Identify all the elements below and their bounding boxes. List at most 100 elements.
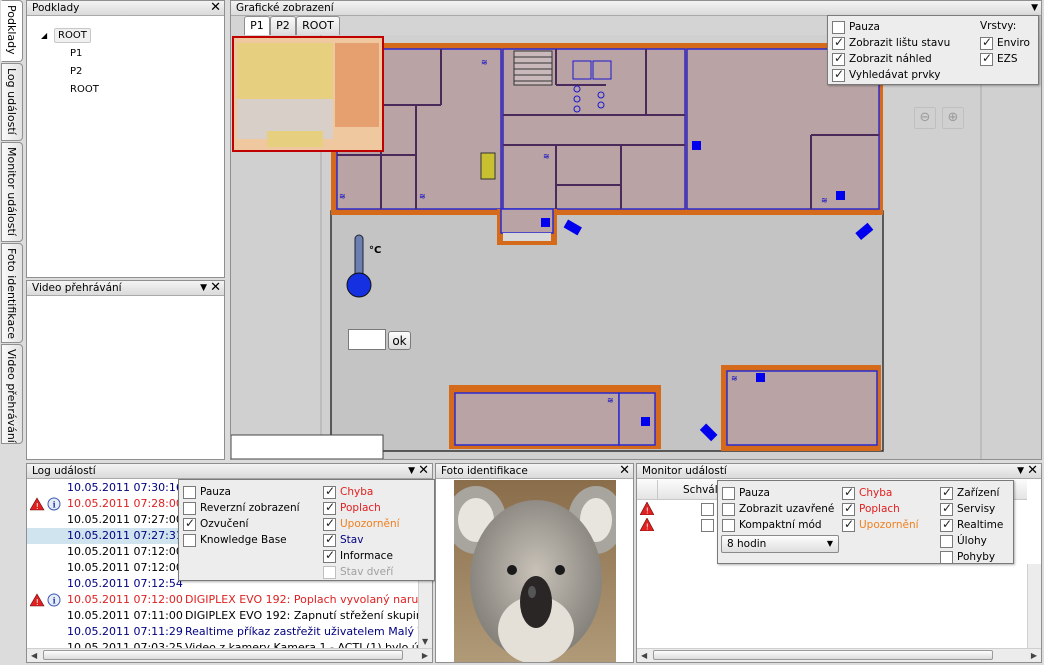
type-informace[interactable]: Informace	[323, 548, 393, 563]
checkbox[interactable]	[323, 516, 336, 531]
ok-button[interactable]: ok	[388, 331, 411, 350]
scroll-thumb[interactable]	[653, 650, 993, 660]
checkbox[interactable]	[940, 517, 953, 532]
checkbox[interactable]	[832, 51, 845, 66]
checkbox[interactable]	[832, 20, 845, 34]
vtab-foto[interactable]: Foto identifikace	[1, 243, 23, 343]
log-vscroll[interactable]: ▼	[418, 574, 432, 648]
vtab-monitor[interactable]: Monitor událostí	[1, 142, 23, 242]
source-servisy[interactable]: Servisy	[940, 501, 995, 516]
vtab-podklady[interactable]: Podklady	[1, 0, 23, 62]
col-header-approve[interactable]: Schvál	[683, 484, 718, 496]
dropdown-icon[interactable]: ▼	[408, 464, 415, 478]
period-select[interactable]: 8 hodin ▼	[721, 535, 839, 553]
source-pohyby[interactable]: Pohyby	[940, 550, 995, 564]
checkbox[interactable]	[183, 516, 196, 531]
checkbox[interactable]	[722, 486, 735, 500]
floor-plan[interactable]: ≋ ≋ ≋ ≋ ≋ ≋ ≋	[231, 35, 1041, 459]
zoom-out-icon[interactable]: ⊖	[914, 107, 936, 129]
checkbox[interactable]	[842, 517, 855, 532]
checkbox[interactable]	[323, 484, 336, 499]
type-stav[interactable]: Stav	[323, 532, 363, 547]
dropdown-icon[interactable]: ▼	[1017, 464, 1024, 478]
checkbox[interactable]	[940, 550, 953, 564]
checkbox[interactable]	[940, 534, 953, 548]
dropdown-icon[interactable]: ▼	[1031, 1, 1038, 15]
scroll-right-icon[interactable]: ▶	[1031, 651, 1037, 660]
tab-root[interactable]: ROOT	[296, 16, 340, 35]
type-poplach[interactable]: Poplach	[842, 501, 900, 516]
type-chyba[interactable]: Chyba	[323, 484, 373, 499]
source-realtime[interactable]: Realtime	[940, 517, 1003, 532]
close-icon[interactable]: ✕	[418, 464, 429, 478]
checkbox[interactable]	[183, 485, 196, 499]
filter-reverse[interactable]: Reverzní zobrazení	[183, 501, 300, 515]
log-row[interactable]: 10.05.2011 07:11:00 DIGIPLEX EVO 192: Zap…	[27, 608, 418, 624]
checkbox[interactable]	[323, 532, 336, 547]
source-zarizeni[interactable]: Zařízení	[940, 485, 999, 500]
vtab-log[interactable]: Log událostí	[1, 63, 23, 141]
approve-checkbox[interactable]	[701, 518, 714, 532]
tree-node-p1[interactable]: P1	[70, 48, 82, 59]
scroll-left-icon[interactable]: ◀	[641, 651, 647, 660]
scroll-down-icon[interactable]: ▼	[422, 637, 428, 646]
monitor-hscroll[interactable]: ◀ ▶	[637, 648, 1041, 662]
close-icon[interactable]: ✕	[210, 1, 221, 15]
type-upozorneni[interactable]: Upozornění	[323, 516, 400, 531]
type-poplach[interactable]: Poplach	[323, 500, 381, 515]
checkbox[interactable]	[980, 51, 993, 66]
tree-node-p2[interactable]: P2	[70, 66, 82, 77]
close-icon[interactable]: ✕	[1027, 464, 1038, 478]
checkbox[interactable]	[980, 35, 993, 50]
checkbox[interactable]	[323, 565, 336, 579]
vtab-video[interactable]: Video přehrávání	[1, 344, 23, 444]
log-hscroll[interactable]: ◀ ▶	[27, 648, 432, 662]
source-ulohy[interactable]: Úlohy	[940, 534, 987, 548]
log-row[interactable]: ! i 10.05.2011 07:12:00 DIGIPLEX EVO 192: P…	[27, 592, 418, 608]
tab-p1[interactable]: P1	[244, 16, 270, 36]
option-search-elements[interactable]: Vyhledávat prvky	[832, 67, 940, 82]
type-stav-dveri[interactable]: Stav dveří	[323, 565, 393, 579]
checkbox[interactable]	[842, 485, 855, 500]
filter-knowledge-base[interactable]: Knowledge Base	[183, 533, 287, 547]
checkbox[interactable]	[722, 502, 735, 516]
type-upozorneni[interactable]: Upozornění	[842, 517, 919, 532]
checkbox[interactable]	[940, 485, 953, 500]
approve-checkbox[interactable]	[701, 502, 714, 516]
scroll-thumb[interactable]	[43, 650, 403, 660]
option-pauza[interactable]: Pauza	[832, 20, 880, 34]
value-input[interactable]	[348, 329, 386, 350]
filter-sound[interactable]: Ozvučení	[183, 516, 248, 531]
dropdown-icon[interactable]: ▼	[200, 281, 207, 295]
layer-ezs[interactable]: EZS	[980, 51, 1018, 66]
monitor-vscroll[interactable]	[1027, 564, 1041, 648]
checkbox[interactable]	[323, 548, 336, 563]
checkbox[interactable]	[183, 501, 196, 515]
close-icon[interactable]: ✕	[210, 281, 221, 295]
checkbox[interactable]	[722, 518, 735, 532]
tree-expander-icon[interactable]: ◢	[41, 31, 47, 40]
close-icon[interactable]: ✕	[619, 464, 630, 478]
option-show-statusbar[interactable]: Zobrazit lištu stavu	[832, 35, 950, 50]
tab-p2[interactable]: P2	[270, 16, 296, 35]
log-row[interactable]: 10.05.2011 07:03:25 Video z kamery Kamera…	[27, 640, 418, 648]
checkbox[interactable]	[832, 35, 845, 50]
checkbox[interactable]	[323, 500, 336, 515]
tree-node-root-child[interactable]: ROOT	[70, 84, 99, 95]
option-compact[interactable]: Kompaktní mód	[722, 518, 822, 532]
option-pauza[interactable]: Pauza	[722, 486, 770, 500]
log-row[interactable]: 10.05.2011 07:11:29 Realtime příkaz zastř…	[27, 624, 418, 640]
scroll-right-icon[interactable]: ▶	[422, 651, 428, 660]
checkbox[interactable]	[940, 501, 953, 516]
scroll-left-icon[interactable]: ◀	[31, 651, 37, 660]
layer-enviro[interactable]: Enviro	[980, 35, 1030, 50]
option-show-closed[interactable]: Zobrazit uzavřené	[722, 502, 834, 516]
checkbox[interactable]	[832, 67, 845, 82]
tree-node-root[interactable]: ROOT	[54, 28, 91, 43]
checkbox[interactable]	[183, 533, 196, 547]
option-show-preview[interactable]: Zobrazit náhled	[832, 51, 932, 66]
zoom-in-icon[interactable]: ⊕	[942, 107, 964, 129]
checkbox[interactable]	[842, 501, 855, 516]
filter-pauza[interactable]: Pauza	[183, 485, 231, 499]
type-chyba[interactable]: Chyba	[842, 485, 892, 500]
